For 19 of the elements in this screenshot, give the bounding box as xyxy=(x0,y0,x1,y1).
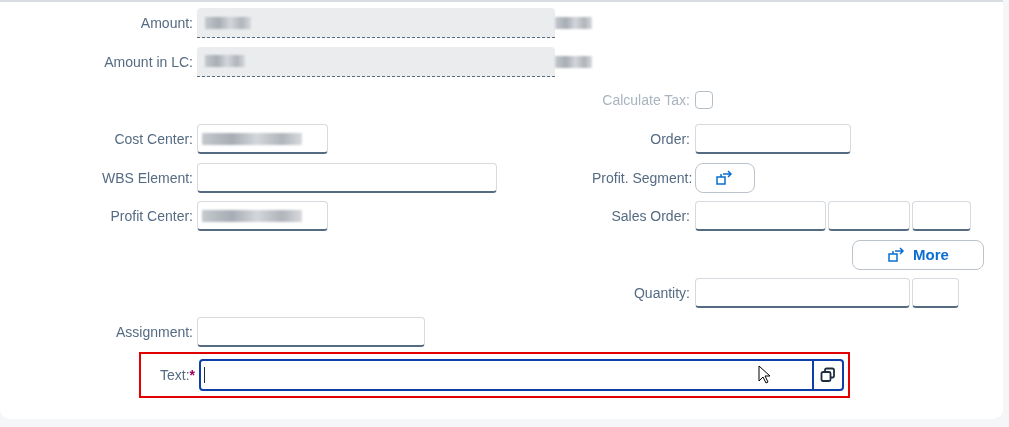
field-label: WBS Element: xyxy=(100,169,194,186)
field-label: Assignment: xyxy=(114,324,194,341)
open-dialog-button[interactable] xyxy=(695,162,755,193)
input-field[interactable] xyxy=(199,358,844,391)
field-label: Quantity: xyxy=(632,285,691,302)
field-label: Sales Order: xyxy=(610,208,691,225)
field-label: Amount in LC: xyxy=(103,53,194,70)
field-label: Text:* xyxy=(158,366,196,383)
field-label: Order: xyxy=(649,131,691,148)
field-label: Profit. Segment: xyxy=(592,169,694,186)
box-arrow-icon xyxy=(715,169,735,186)
more-button[interactable]: More xyxy=(852,239,984,270)
mouse-pointer-icon xyxy=(758,364,772,385)
field-label: Cost Center: xyxy=(113,131,194,148)
field-label: Calculate Tax: xyxy=(601,92,691,109)
copy-icon xyxy=(820,366,836,383)
required-mark: * xyxy=(189,366,195,383)
field-label: Amount: xyxy=(139,15,194,32)
field-label: Profit Center: xyxy=(109,208,194,225)
